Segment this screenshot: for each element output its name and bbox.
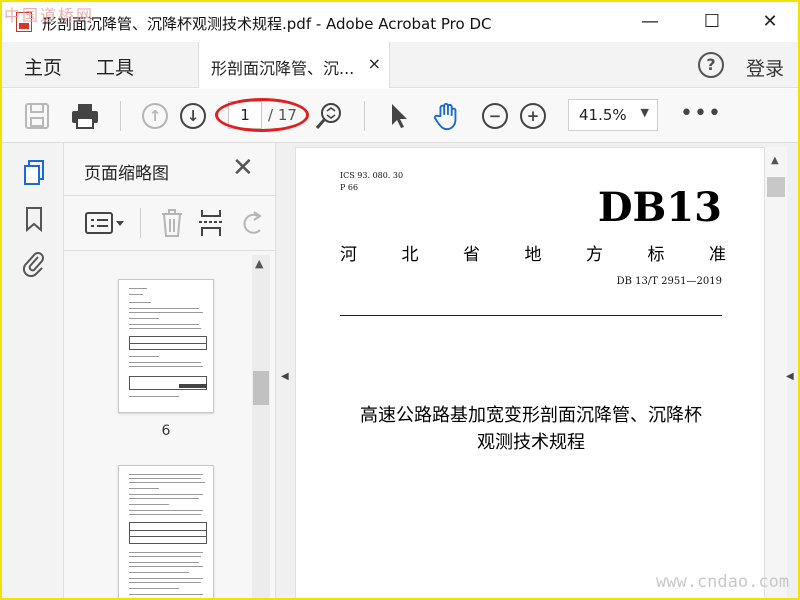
- issuer-char: 准: [709, 245, 726, 265]
- title-bar: 形剖面沉降管、沉降杯观测技术规程.pdf - Adobe Acrobat Pro…: [2, 2, 798, 42]
- watermark-top: 中国道桥网: [4, 6, 95, 25]
- zoom-select[interactable]: 41.5% ▼: [568, 99, 658, 131]
- navigation-rail: [2, 143, 64, 598]
- arrow-up-icon: ↑: [142, 103, 168, 129]
- close-window-button[interactable]: ✕: [758, 10, 782, 34]
- issuer-char: 北: [401, 245, 419, 265]
- rotate-icon[interactable]: [240, 208, 268, 238]
- delete-page-icon[interactable]: [160, 208, 184, 238]
- ics-line: ICS 93. 080. 30: [340, 171, 404, 180]
- help-icon[interactable]: ?: [698, 52, 724, 78]
- page-number-input[interactable]: 1: [228, 101, 262, 129]
- issuer-char: 省: [463, 245, 480, 265]
- document-title: 高速公路路基加宽变形剖面沉降管、沉降杯 观测技术规程: [326, 402, 736, 456]
- attachment-icon[interactable]: [22, 249, 46, 277]
- thumbnail-page-number: 6: [161, 423, 171, 439]
- thumbnail-page[interactable]: [118, 279, 214, 413]
- toolbar-separator: [120, 101, 121, 131]
- pdf-page: ICS 93. 080. 30 P 66 DB13 河 北 省 地 方 标 准 …: [295, 147, 765, 598]
- thumbnail-tools: [64, 195, 276, 251]
- document-title-line: 高速公路路基加宽变形剖面沉降管、沉降杯: [360, 405, 702, 426]
- print-icon[interactable]: [70, 101, 100, 131]
- arrow-down-icon: ↓: [180, 103, 206, 129]
- tools-separator: [140, 208, 141, 238]
- minus-icon: −: [482, 103, 508, 129]
- document-scrollbar[interactable]: ▲: [765, 147, 787, 598]
- zoom-out-button[interactable]: −: [482, 103, 508, 133]
- menu-tools[interactable]: 工具: [96, 53, 134, 80]
- prev-page-button[interactable]: ↑: [142, 103, 168, 133]
- minimize-button[interactable]: —: [638, 10, 662, 34]
- window-title: 形剖面沉降管、沉降杯观测技术规程.pdf - Adobe Acrobat Pro…: [42, 15, 492, 33]
- close-icon[interactable]: ✕: [232, 153, 254, 183]
- page-thumbnails-icon[interactable]: [22, 159, 46, 187]
- maximize-button[interactable]: ☐: [700, 10, 724, 34]
- plus-icon: +: [520, 103, 546, 129]
- issuer-line: 河 北 省 地 方 标 准: [340, 240, 726, 265]
- toolbar-separator: [364, 101, 365, 131]
- watermark-bottom: www.cndao.com: [656, 572, 790, 592]
- bookmark-icon[interactable]: [22, 205, 46, 233]
- panel-title: 页面缩略图: [84, 164, 169, 184]
- more-tools-button[interactable]: •••: [680, 101, 722, 126]
- zoom-value: 41.5%: [579, 106, 627, 124]
- page-total: / 17: [268, 106, 297, 124]
- hand-tool-icon[interactable]: [432, 101, 462, 131]
- tab-close-icon[interactable]: ×: [368, 54, 381, 73]
- next-page-button[interactable]: ↓: [180, 103, 206, 133]
- scroll-up-icon[interactable]: ▲: [255, 257, 263, 270]
- login-button[interactable]: 登录: [746, 54, 784, 81]
- document-view: ◀ ICS 93. 080. 30 P 66 DB13 河 北 省 地 方 标 …: [276, 143, 798, 598]
- save-icon[interactable]: [24, 101, 50, 131]
- collapse-left-icon[interactable]: ◀: [281, 371, 289, 382]
- document-tab[interactable]: 形剖面沉降管、沉... ×: [198, 42, 390, 88]
- scrollbar-thumb[interactable]: [253, 371, 269, 405]
- zoom-in-button[interactable]: +: [520, 103, 546, 133]
- thumbnail-page[interactable]: [118, 465, 214, 598]
- menu-bar: 主页 工具 形剖面沉降管、沉... × ? 登录: [2, 42, 798, 88]
- issuer-char: 河: [340, 245, 357, 265]
- standard-code: DB13: [597, 184, 722, 231]
- menu-home[interactable]: 主页: [24, 53, 62, 80]
- issuer-char: 方: [586, 245, 603, 265]
- standard-number: DB 13/T 2951—2019: [616, 276, 722, 287]
- divider: [340, 315, 722, 316]
- thumbnails-panel: 页面缩略图 ✕ 6 ▲: [64, 143, 276, 598]
- thumbnails-scrollbar[interactable]: ▲: [252, 255, 270, 598]
- find-icon[interactable]: [314, 101, 344, 131]
- issuer-char: 地: [524, 245, 542, 265]
- app-window: 形剖面沉降管、沉降杯观测技术规程.pdf - Adobe Acrobat Pro…: [0, 0, 800, 600]
- scroll-up-icon[interactable]: ▲: [771, 155, 779, 166]
- extract-page-icon[interactable]: [198, 208, 224, 238]
- toolbar: ↑ ↓ 1 / 17 − + 41.5% ▼ •••: [2, 89, 798, 143]
- document-title-line: 观测技术规程: [477, 432, 585, 453]
- chevron-down-icon: ▼: [640, 106, 649, 119]
- scrollbar-thumb[interactable]: [767, 177, 785, 197]
- issuer-char: 标: [647, 245, 665, 265]
- select-cursor-icon[interactable]: [388, 101, 410, 131]
- expand-right-icon[interactable]: ◀: [786, 371, 794, 382]
- document-tab-label: 形剖面沉降管、沉...: [211, 59, 355, 78]
- thumbnail-options-icon[interactable]: [84, 210, 126, 236]
